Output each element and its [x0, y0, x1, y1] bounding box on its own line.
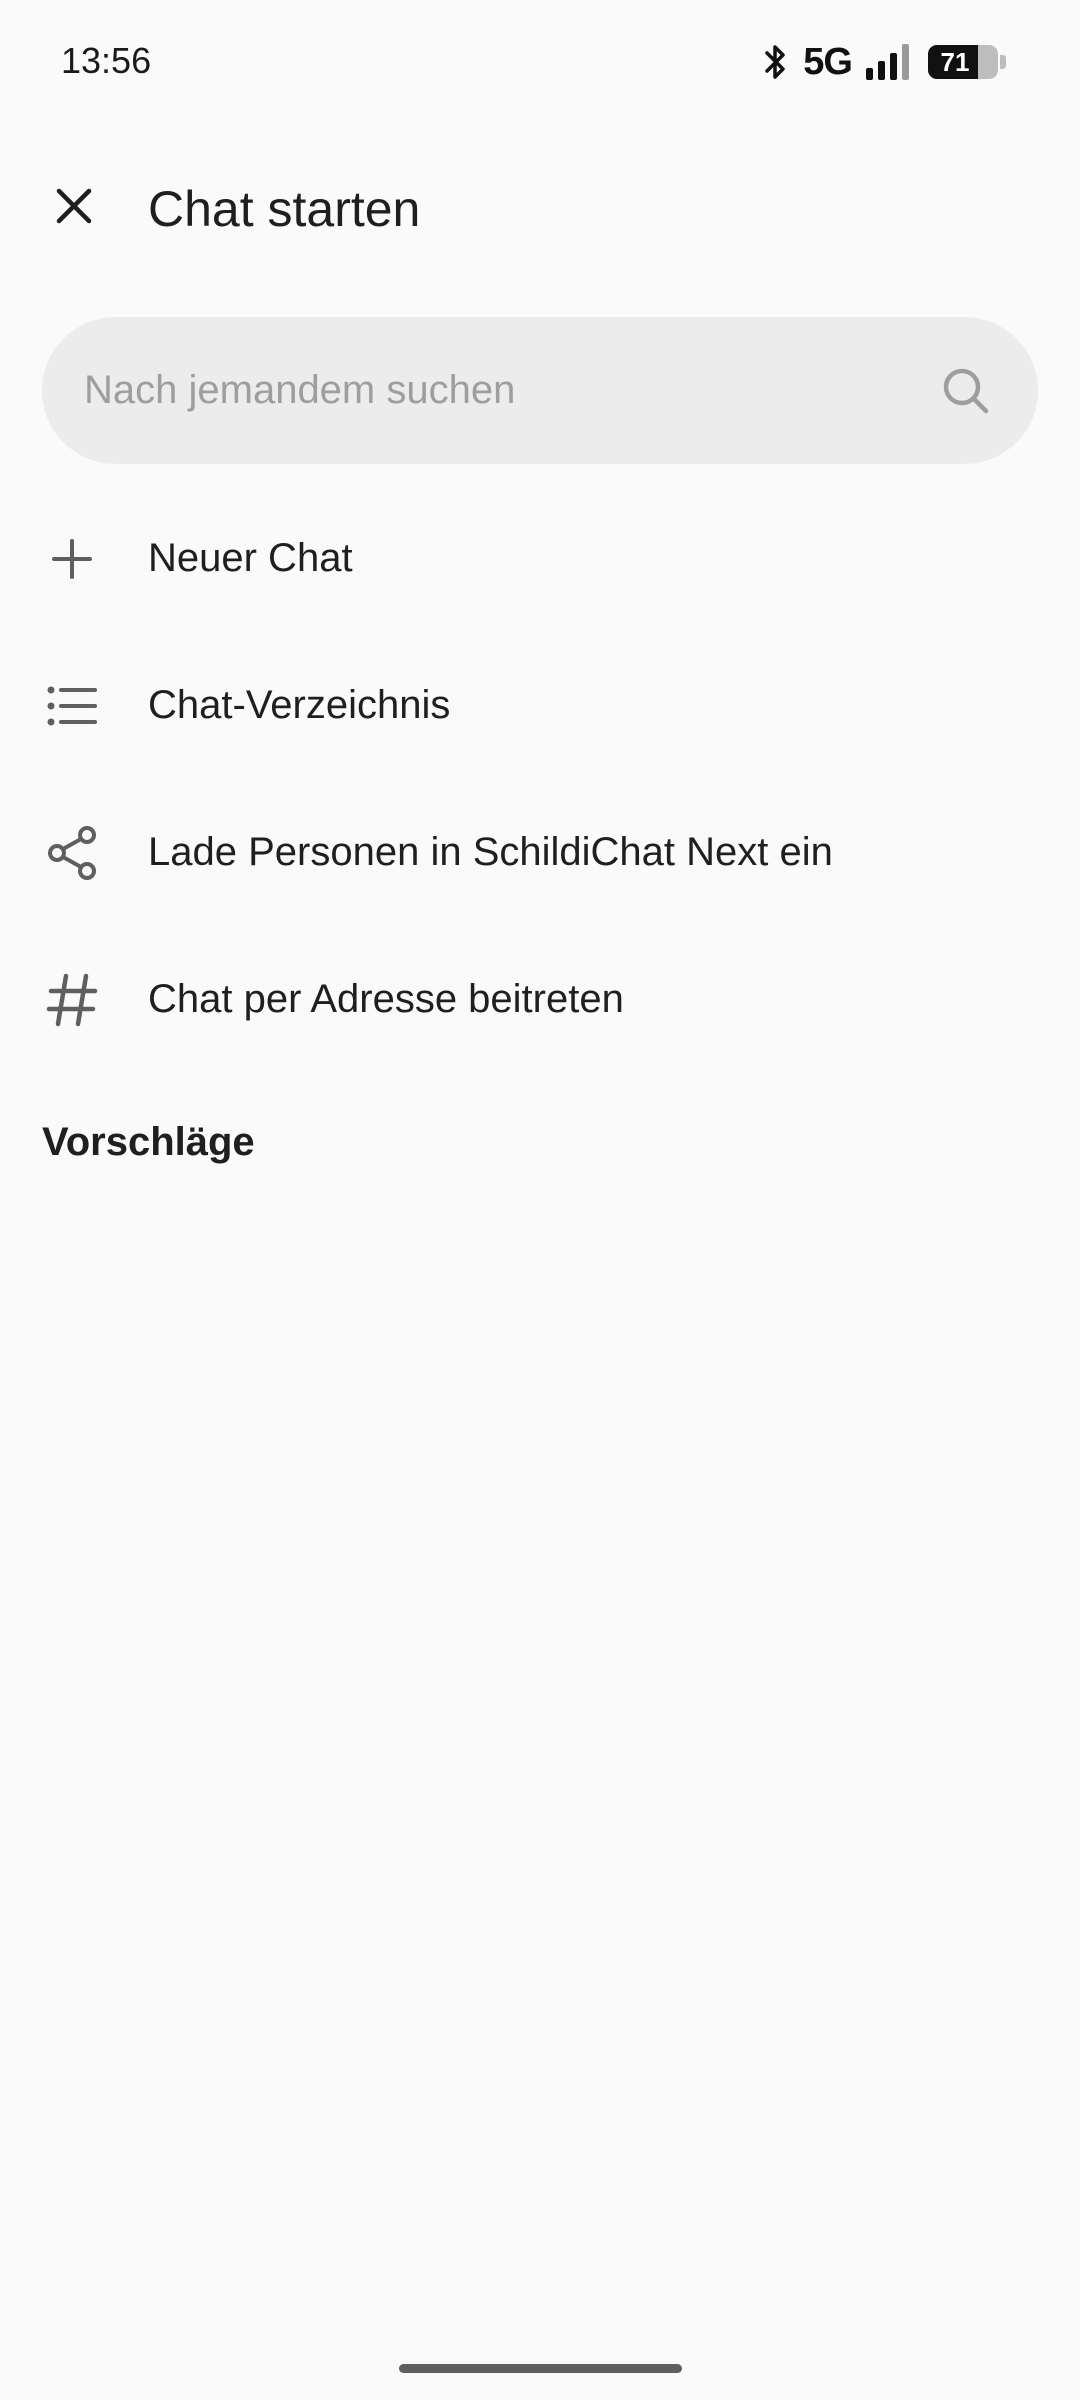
status-bar: 13:56 5G 71 — [0, 0, 1080, 126]
menu-item-label: Chat-Verzeichnis — [148, 683, 451, 727]
plus-icon — [42, 529, 102, 589]
share-icon — [42, 823, 102, 883]
screen: 13:56 5G 71 Chat starten Nach jemandem s… — [0, 0, 1080, 2400]
search-bar[interactable] — [42, 317, 1038, 464]
list-icon — [42, 676, 102, 736]
bluetooth-icon — [765, 45, 786, 79]
battery-tip — [1000, 55, 1006, 69]
menu-item-label: Chat per Adresse beitreten — [148, 977, 624, 1021]
page-title: Chat starten — [148, 181, 421, 237]
status-icons: 5G 71 — [763, 40, 1006, 83]
menu-item-invite[interactable]: Lade Personen in SchildiChat Next ein — [0, 779, 1080, 926]
close-button[interactable] — [40, 172, 108, 240]
menu-item-join-by-address[interactable]: Chat per Adresse beitreten — [0, 926, 1080, 1073]
close-icon — [56, 188, 92, 224]
status-time: 13:56 — [61, 40, 152, 81]
battery-level: 71 — [940, 47, 970, 77]
menu-item-label: Lade Personen in SchildiChat Next ein — [148, 830, 833, 874]
hashtag-icon — [42, 970, 102, 1030]
suggestions-heading: Vorschläge — [42, 1120, 255, 1164]
search-input[interactable] — [84, 317, 944, 464]
battery-icon: 71 — [928, 45, 998, 79]
signal-icon — [866, 44, 909, 80]
menu-item-chat-directory[interactable]: Chat-Verzeichnis — [0, 632, 1080, 779]
menu-item-label: Neuer Chat — [148, 536, 353, 580]
home-indicator[interactable] — [399, 2364, 682, 2373]
network-type: 5G — [803, 40, 853, 83]
search-icon[interactable] — [940, 365, 992, 417]
menu-item-new-chat[interactable]: Neuer Chat — [0, 485, 1080, 632]
